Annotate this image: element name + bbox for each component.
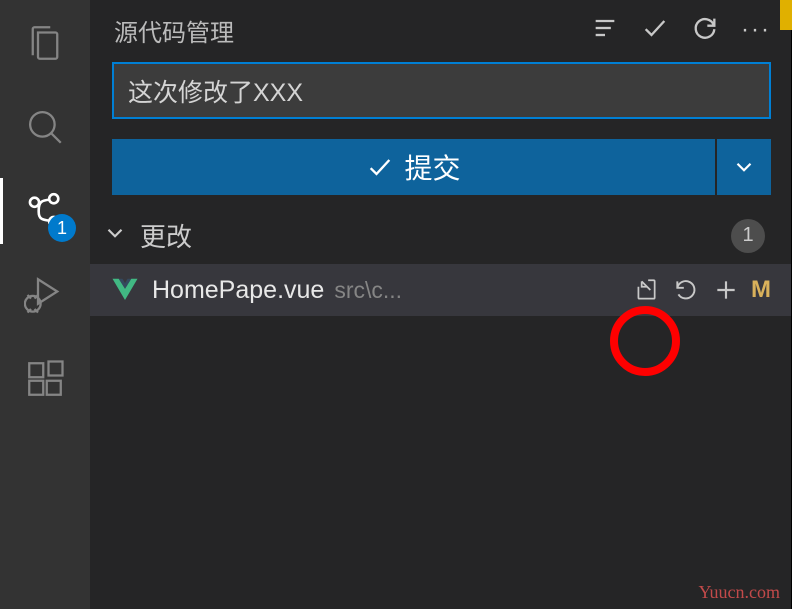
plus-icon [713, 277, 739, 303]
changes-section-label: 更改 [140, 217, 731, 254]
undo-icon [673, 277, 699, 303]
list-icon [591, 14, 619, 42]
search-icon [24, 106, 66, 148]
activity-extensions[interactable] [20, 354, 70, 404]
activity-bar: 1 [0, 0, 90, 609]
sidebar-title: 源代码管理 [114, 13, 591, 48]
scm-sidebar: 源代码管理 ··· [90, 0, 792, 609]
chevron-down-icon [102, 220, 128, 251]
right-edge-indicator [780, 0, 792, 30]
changed-file-row[interactable]: HomePape.vue src\c... [90, 264, 791, 316]
activity-scm[interactable]: 1 [20, 186, 70, 236]
vue-file-icon [110, 275, 140, 305]
activity-search[interactable] [20, 102, 70, 152]
refresh-button[interactable] [691, 14, 719, 47]
commit-row: 提交 [112, 139, 771, 195]
sidebar-header: 源代码管理 ··· [90, 0, 791, 62]
commit-button-label: 提交 [404, 147, 460, 187]
scm-badge: 1 [48, 214, 76, 242]
stage-changes-button[interactable] [713, 277, 739, 303]
activity-explorer[interactable] [20, 18, 70, 68]
commit-button[interactable]: 提交 [112, 139, 715, 195]
refresh-icon [691, 14, 719, 42]
check-icon [366, 153, 394, 181]
extensions-icon [24, 358, 66, 400]
watermark: Yuucn.com [699, 582, 780, 603]
changes-section-header[interactable]: 更改 1 [90, 195, 791, 258]
debug-icon [24, 274, 66, 316]
commit-message-input[interactable] [112, 62, 771, 119]
commit-action-button[interactable] [641, 14, 669, 47]
file-actions [633, 277, 739, 303]
file-path: src\c... [334, 277, 633, 304]
file-status: M [751, 276, 771, 304]
chevron-down-icon [731, 154, 757, 180]
file-name: HomePape.vue [152, 276, 324, 305]
more-actions-button[interactable]: ··· [741, 16, 771, 44]
open-file-button[interactable] [633, 277, 659, 303]
view-mode-button[interactable] [591, 14, 619, 47]
header-actions: ··· [591, 14, 771, 47]
commit-dropdown-button[interactable] [717, 139, 771, 195]
discard-changes-button[interactable] [673, 277, 699, 303]
open-file-icon [633, 277, 659, 303]
check-icon [641, 14, 669, 42]
commit-area: 提交 [90, 62, 791, 195]
files-icon [24, 22, 66, 64]
changes-count-badge: 1 [731, 219, 765, 253]
activity-debug[interactable] [20, 270, 70, 320]
